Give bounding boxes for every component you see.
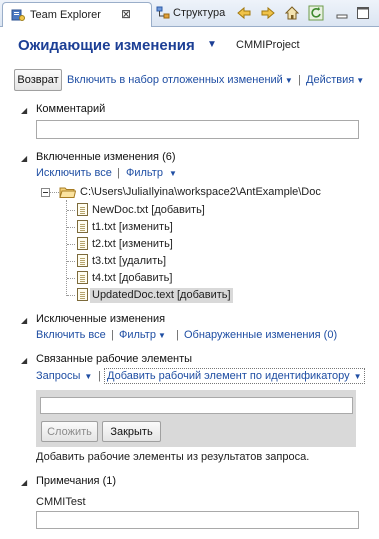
add-button[interactable]: Сложить (41, 421, 98, 442)
tab-team-explorer[interactable]: Team Explorer ⊠ (2, 2, 152, 27)
file-icon (77, 271, 88, 284)
close-icon[interactable]: ⊠ (121, 7, 131, 21)
excluded-section-title: Исключенные изменения (36, 313, 166, 325)
actions-toolbar: Возврат Включить в набор отложенных изме… (14, 68, 364, 92)
excluded-filter-link[interactable]: Фильтр ▼ (119, 329, 166, 341)
exclude-all-link[interactable]: Исключить все (36, 167, 112, 179)
file-label: t4.txt [добавить] (92, 272, 173, 284)
chevron-down-icon: ▼ (84, 372, 93, 381)
add-from-query-hint: Добавить рабочие элементы из результатов… (36, 451, 310, 463)
page-title[interactable]: Ожидающие изменения (18, 37, 195, 54)
shelve-link[interactable]: Включить в набор отложенных изменений ▼ (67, 74, 293, 86)
chevron-down-icon: ▼ (284, 76, 293, 85)
chevron-down-icon: ▼ (157, 331, 166, 340)
included-section-title: Включенные изменения (6) (36, 151, 176, 163)
close-button[interactable]: Закрыть (102, 421, 161, 442)
file-label: NewDoc.txt [добавить] (92, 204, 205, 216)
notes-section-title: Примечания (1) (36, 475, 117, 487)
minimize-icon[interactable] (334, 5, 350, 21)
tree-collapse-icon[interactable] (41, 188, 50, 197)
collapse-triangle-icon[interactable]: ◢ (21, 356, 27, 365)
folder-path[interactable]: C:\Users\JuliaIlyina\workspace2\AntExamp… (80, 186, 321, 198)
chevron-down-icon[interactable]: ▼ (207, 39, 217, 50)
add-work-item-panel: Сложить Закрыть (36, 390, 356, 447)
comment-input[interactable] (36, 120, 359, 139)
checkin-button[interactable]: Возврат (14, 69, 62, 91)
tab-label: Team Explorer (30, 9, 101, 21)
file-icon (77, 203, 88, 216)
collapse-triangle-icon[interactable]: ◢ (21, 106, 27, 115)
detected-changes-link[interactable]: Обнаруженные изменения (0) (184, 329, 337, 341)
page-header: Ожидающие изменения ▼ CMMIProject (0, 27, 379, 67)
project-name: CMMIProject (236, 39, 300, 51)
note-input[interactable] (36, 511, 359, 529)
home-icon[interactable] (284, 5, 300, 21)
add-by-id-link[interactable]: Добавить рабочий элемент по идентификато… (104, 368, 365, 384)
comment-section-title: Комментарий (36, 103, 106, 115)
chevron-down-icon: ▼ (168, 169, 177, 178)
forward-arrow-icon[interactable] (260, 5, 276, 21)
chevron-down-icon: ▼ (353, 372, 362, 381)
refresh-icon[interactable] (308, 5, 324, 21)
file-label: t1.txt [изменить] (92, 221, 173, 233)
back-arrow-icon[interactable] (236, 5, 252, 21)
collapse-triangle-icon[interactable]: ◢ (21, 316, 27, 325)
file-label: UpdatedDoc.text [добавить] (90, 288, 233, 303)
collapse-triangle-icon[interactable]: ◢ (21, 154, 27, 163)
file-icon (77, 254, 88, 267)
include-all-link[interactable]: Включить все (36, 329, 106, 341)
work-items-section-title: Связанные рабочие элементы (36, 353, 193, 365)
separator: | (298, 74, 301, 86)
note-label: CMMITest (36, 496, 86, 508)
folder-icon (59, 187, 76, 198)
included-filter-link[interactable]: Фильтр ▼ (126, 167, 177, 179)
maximize-icon[interactable] (355, 5, 371, 21)
chevron-down-icon: ▼ (356, 76, 365, 85)
tab-label: Структура (173, 7, 226, 19)
separator: | (111, 329, 114, 341)
queries-link[interactable]: Запросы ▼ (36, 370, 92, 382)
outline-icon (156, 6, 170, 19)
file-label: t3.txt [удалить] (92, 255, 167, 267)
actions-link[interactable]: Действия ▼ (306, 74, 364, 86)
file-icon (77, 237, 88, 250)
file-icon (77, 288, 88, 301)
work-item-id-input[interactable] (40, 397, 353, 414)
collapse-triangle-icon[interactable]: ◢ (21, 478, 27, 487)
separator: | (117, 167, 120, 179)
tab-bar: Team Explorer ⊠ Структура (0, 0, 379, 27)
file-label: t2.txt [изменить] (92, 238, 173, 250)
separator: | (176, 329, 179, 341)
separator: | (98, 370, 101, 382)
file-icon (77, 220, 88, 233)
team-explorer-icon (11, 9, 25, 21)
